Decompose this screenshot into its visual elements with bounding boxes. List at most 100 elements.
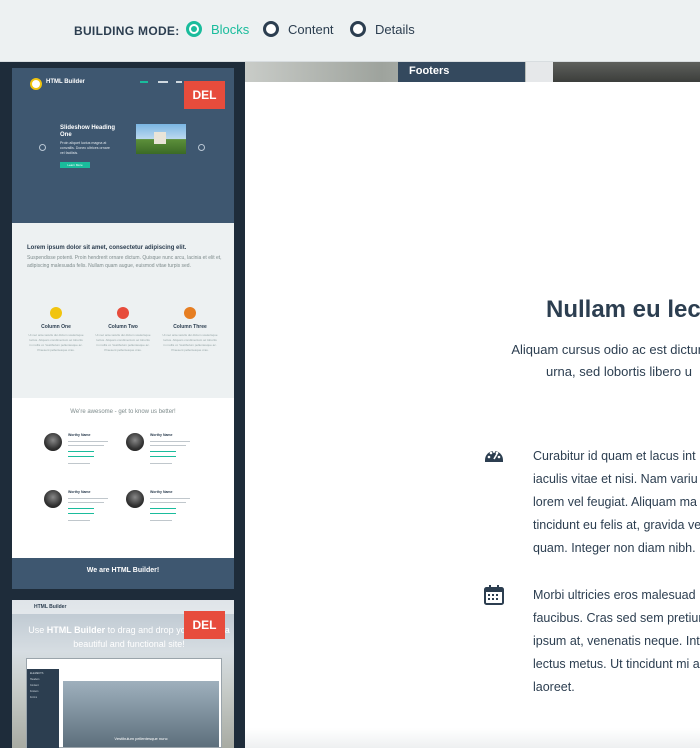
section-heading[interactable]: Nullam eu lect [546, 296, 700, 324]
team-member-name: Worthy Name [68, 433, 91, 437]
avatar [126, 433, 144, 451]
feature-text-line: quam. Integer non diam nibh. [533, 541, 696, 555]
feature-text-line: tincidunt eu felis at, gravida ve [533, 518, 700, 532]
thumb-column-text: Ut nec ante iaculis dui dictum scelerisq… [162, 333, 218, 352]
feature-text-line: Curabitur id quam et lacus int [533, 449, 696, 463]
thumb-team-title: We're awesome - get to know us better! [70, 409, 176, 415]
subtext-line: urna, sed lobortis libero u [546, 364, 692, 379]
thumb-column: Column Three Ut nec ante iaculis dui dic… [162, 307, 218, 353]
thumb-nav-item [176, 81, 182, 83]
link-line [68, 451, 94, 452]
link-line [150, 451, 176, 452]
thumb-slide-image [136, 124, 186, 154]
link-line [68, 508, 94, 509]
thumb-column: Column One Ut nec ante iaculis dui dictu… [28, 307, 84, 353]
feature-text-line: faucibus. Cras sed sem pretiur [533, 611, 700, 625]
thumb-body-title: Lorem ipsum dolor sit amet, consectetur … [27, 245, 187, 251]
feature-icon [184, 307, 196, 319]
text-line [68, 502, 104, 503]
thumb-nav-item [158, 81, 168, 83]
thumb-app-item: Forms [30, 696, 38, 699]
team-member: Worthy Name [126, 433, 216, 473]
social-icons [68, 463, 90, 464]
thumb-footer-text: We are HTML Builder! [86, 567, 160, 574]
thumb-app-hero: Vestibulum pellentesque nunc [63, 681, 219, 747]
avatar [126, 490, 144, 508]
mode-label-blocks: Blocks [211, 21, 250, 37]
block-sidebar[interactable]: HTML Builder Slideshow Heading One Proin… [0, 62, 245, 748]
thumb-body-text: Suspendisse potenti. Proin hendrerit orn… [27, 255, 222, 269]
page-canvas[interactable]: Footers Nullam eu lect Aliquam cursus od… [245, 62, 700, 748]
feature-text-line: Morbi ultricies eros malesuad [533, 588, 696, 602]
thumb-app-item: Headers [30, 678, 40, 681]
social-icons [150, 520, 172, 521]
thumb-headline-pre: Use [28, 625, 47, 635]
thumb-headline-bold: HTML Builder [46, 625, 106, 635]
thumb-footer-section: We are HTML Builder! [12, 558, 234, 589]
previous-block-image-dark [553, 62, 700, 82]
link-line [150, 456, 176, 457]
text-line [150, 498, 190, 499]
dashboard-icon [485, 450, 503, 462]
radio-checked-icon [186, 21, 202, 37]
link-line [150, 513, 176, 514]
top-bar: BUILDING MODE: Blocks Content Details [0, 0, 700, 62]
feature-text: Morbi ultricies eros malesuad faucibus. … [533, 584, 700, 699]
thumb-brand: HTML Builder [34, 604, 67, 610]
avatar [44, 490, 62, 508]
delete-block-button[interactable]: DEL [184, 81, 225, 109]
feature-icon [117, 307, 129, 319]
mode-radio-details[interactable]: Details [350, 21, 415, 37]
block-thumbnail-header-content[interactable]: HTML Builder Slideshow Heading One Proin… [12, 68, 234, 589]
thumb-column-title: Column Three [173, 324, 207, 330]
avatar [44, 433, 62, 451]
delete-block-button[interactable]: DEL [184, 611, 225, 639]
thumb-app-sidebar: ELEMENTS Headers Content Footers Forms [27, 669, 59, 748]
text-line [150, 502, 186, 503]
block-thumbnail-hero[interactable]: HTML Builder Use HTML Builder to drag an… [12, 600, 234, 748]
building-mode-label: BUILDING MODE: [74, 24, 180, 38]
radio-unchecked-icon [350, 21, 366, 37]
chevron-left-icon [39, 144, 46, 151]
thumb-app-hero-text: Vestibulum pellentesque nunc [114, 736, 168, 741]
logo-icon [30, 78, 42, 90]
thumb-app-item: ELEMENTS [30, 672, 44, 675]
mode-radio-blocks[interactable]: Blocks [186, 21, 249, 37]
team-member-name: Worthy Name [150, 490, 173, 494]
mode-label-details: Details [375, 21, 415, 37]
thumb-team-section: We're awesome - get to know us better! W… [12, 398, 234, 558]
link-line [150, 508, 176, 509]
thumb-nav-item [140, 81, 148, 83]
section-subtext[interactable]: Aliquam cursus odio ac est dictum po urn… [489, 339, 700, 383]
strip-divider [526, 62, 553, 82]
thumb-slide-button: Learn More [60, 162, 90, 168]
thumb-column-title: Column One [41, 324, 71, 330]
chevron-right-icon [198, 144, 205, 151]
thumb-column-text: Ut nec ante iaculis dui dictum scelerisq… [28, 333, 84, 352]
category-tab-footers[interactable]: Footers [398, 62, 525, 82]
thumb-app-item: Footers [30, 690, 39, 693]
thumb-column-text: Ut nec ante iaculis dui dictum scelerisq… [95, 333, 151, 352]
thumb-column-title: Column Two [108, 324, 138, 330]
feature-text-line: laoreet. [533, 680, 575, 694]
team-member-name: Worthy Name [150, 433, 173, 437]
feature-text: Curabitur id quam et lacus int iaculis v… [533, 445, 700, 560]
link-line [68, 513, 94, 514]
team-member: Worthy Name [126, 490, 216, 530]
mode-label-content: Content [288, 21, 334, 37]
social-icons [68, 520, 90, 521]
canvas-bottom-edge [245, 728, 700, 748]
team-member: Worthy Name [44, 433, 134, 473]
team-member-name: Worthy Name [68, 490, 91, 494]
subtext-line: Aliquam cursus odio ac est dictum po [511, 342, 700, 357]
feature-text-line: iaculis vitae et nisi. Nam variu [533, 472, 698, 486]
link-line [68, 456, 94, 457]
feature-text-line: lectus metus. Ut tincidunt mi a [533, 657, 700, 671]
radio-unchecked-icon [263, 21, 279, 37]
team-member: Worthy Name [44, 490, 134, 530]
thumb-slide-title: Slideshow Heading One [60, 125, 116, 138]
thumb-app-screenshot: ELEMENTS Headers Content Footers Forms V… [26, 658, 222, 748]
mode-radio-content[interactable]: Content [263, 21, 334, 37]
thumb-content-section: Lorem ipsum dolor sit amet, consectetur … [12, 223, 234, 398]
feature-text-line: lorem vel feugiat. Aliquam ma [533, 495, 697, 509]
